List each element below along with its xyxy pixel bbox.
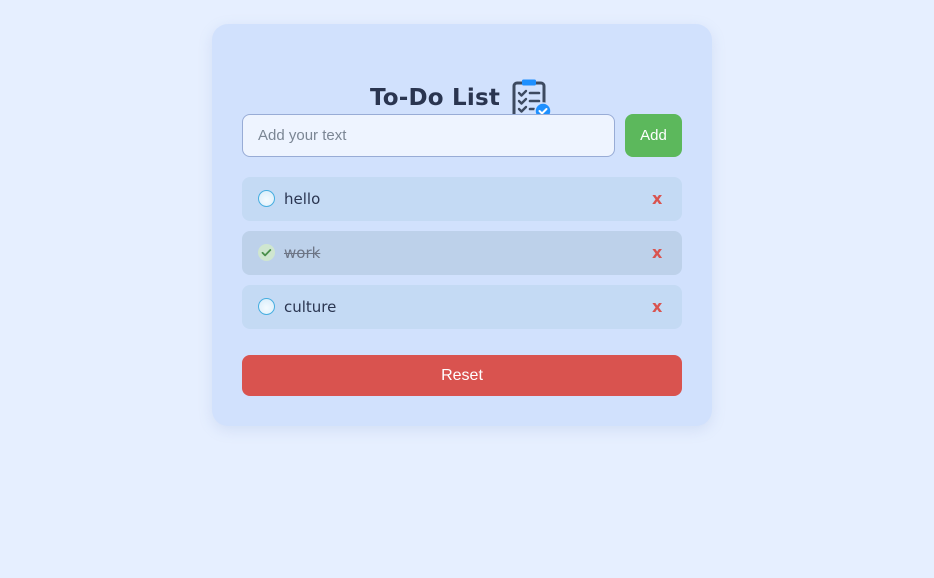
task-label[interactable]: culture	[284, 298, 336, 316]
delete-task-button[interactable]: x	[652, 243, 662, 262]
todo-card: To-Do List Add hello x	[212, 24, 712, 426]
task-label[interactable]: work	[284, 244, 320, 262]
task-checkbox[interactable]	[258, 244, 275, 261]
checkmark-icon	[261, 249, 272, 257]
task-checkbox[interactable]	[258, 190, 275, 207]
task-item: culture x	[242, 285, 682, 329]
delete-task-button[interactable]: x	[652, 189, 662, 208]
add-task-row: Add	[242, 114, 682, 157]
task-list: hello x work x culture x	[242, 177, 682, 339]
task-label[interactable]: hello	[284, 190, 320, 208]
task-checkbox[interactable]	[258, 298, 275, 315]
page-title: To-Do List	[369, 85, 501, 111]
task-input[interactable]	[242, 114, 615, 157]
reset-button[interactable]: Reset	[242, 355, 682, 396]
delete-task-button[interactable]: x	[652, 297, 662, 316]
add-button[interactable]: Add	[625, 114, 682, 157]
task-item: work x	[242, 231, 682, 275]
task-item: hello x	[242, 177, 682, 221]
